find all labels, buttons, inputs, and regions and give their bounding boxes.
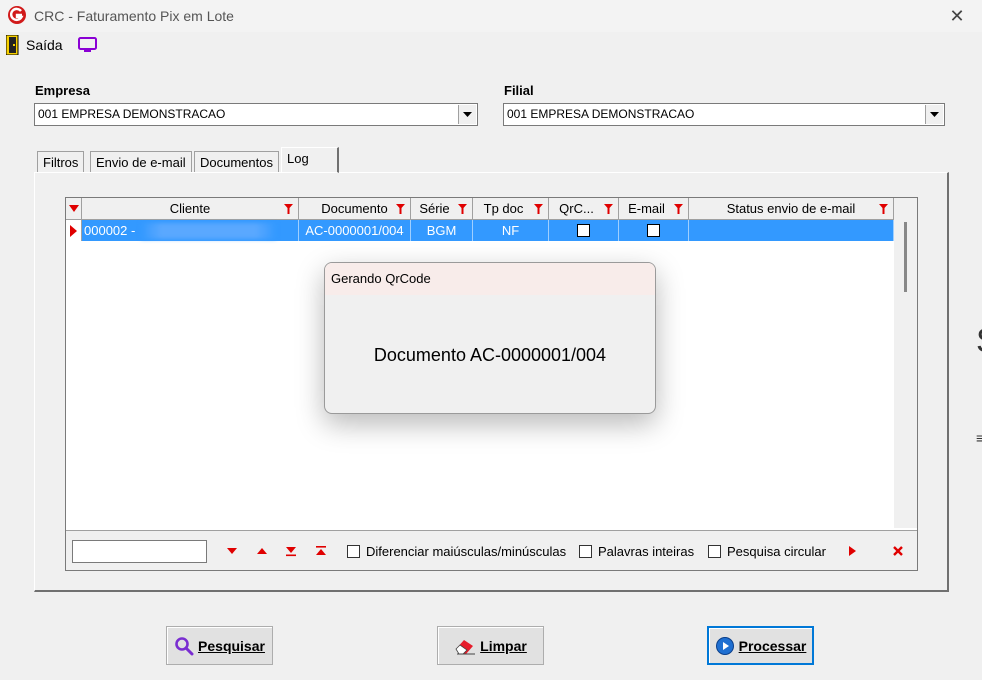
filter-icon[interactable]: [284, 204, 293, 214]
column-header-tp-doc[interactable]: Tp doc: [473, 198, 549, 220]
limpar-label: Limpar: [480, 637, 527, 654]
filter-icon[interactable]: [674, 204, 683, 214]
empresa-select[interactable]: 001 EMPRESA DEMONSTRACAO: [34, 103, 478, 126]
filter-icon[interactable]: [534, 204, 543, 214]
empresa-value: 001 EMPRESA DEMONSTRACAO: [38, 107, 226, 121]
grid-header: Cliente Documento Série Tp doc QrC... E-…: [66, 198, 894, 220]
toolbar: Saída: [0, 32, 982, 58]
find-last-icon[interactable]: [285, 545, 297, 557]
filter-icon[interactable]: [396, 204, 405, 214]
cell-qrcode[interactable]: [549, 220, 619, 241]
close-icon: ✕: [949, 5, 965, 26]
close-button[interactable]: ✕: [940, 2, 974, 30]
case-sensitive-checkbox[interactable]: Diferenciar maiúsculas/minúsculas: [347, 544, 566, 559]
filter-icon[interactable]: [879, 204, 888, 214]
cell-status-envio[interactable]: [689, 220, 894, 241]
column-label: Status envio de e-mail: [726, 201, 856, 216]
background-window-fragment: ≡: [976, 430, 982, 446]
column-label: Tp doc: [483, 201, 524, 216]
search-bar: Diferenciar maiúsculas/minúsculas Palavr…: [66, 530, 917, 570]
processar-button[interactable]: Processar: [707, 626, 814, 665]
pesquisar-label: Pesquisar: [198, 637, 265, 654]
current-row-arrow-icon: [70, 224, 77, 237]
find-first-icon[interactable]: [315, 545, 327, 557]
checkbox-box[interactable]: [347, 545, 360, 558]
column-header-documento[interactable]: Documento: [299, 198, 411, 220]
column-header-status-envio[interactable]: Status envio de e-mail: [689, 198, 894, 220]
exit-button[interactable]: Saída: [6, 35, 63, 55]
cell-cliente[interactable]: 000002 -: [82, 220, 299, 241]
column-header-serie[interactable]: Série: [411, 198, 473, 220]
cell-serie[interactable]: BGM: [411, 220, 473, 241]
limpar-button[interactable]: Limpar: [437, 626, 544, 665]
play-search-icon[interactable]: [846, 545, 858, 557]
monitor-button[interactable]: [77, 35, 99, 55]
row-indicator: [66, 220, 82, 241]
column-label: Documento: [321, 201, 388, 216]
circular-search-checkbox[interactable]: Pesquisa circular: [708, 544, 826, 559]
progress-dialog: Gerando QrCode Documento AC-0000001/004: [324, 262, 656, 414]
filter-icon[interactable]: [458, 204, 467, 214]
window-title: CRC - Faturamento Pix em Lote: [34, 8, 234, 24]
circular-search-label: Pesquisa circular: [727, 544, 826, 559]
dialog-message: Documento AC-0000001/004: [373, 345, 607, 365]
chevron-down-icon[interactable]: [458, 105, 476, 124]
tab-log[interactable]: Log: [281, 147, 339, 173]
cell-documento[interactable]: AC-0000001/004: [299, 220, 411, 241]
search-icon: [175, 636, 194, 655]
exit-label: Saída: [26, 37, 63, 53]
column-header-qrcode[interactable]: QrC...: [549, 198, 619, 220]
column-header-cliente[interactable]: Cliente: [82, 198, 299, 220]
filial-value: 001 EMPRESA DEMONSTRACAO: [507, 107, 695, 121]
row-indicator-header[interactable]: [66, 198, 82, 220]
dialog-title: Gerando QrCode: [325, 263, 655, 295]
checkbox-box[interactable]: [708, 545, 721, 558]
title-bar: CRC - Faturamento Pix em Lote ✕: [0, 0, 982, 32]
monitor-icon: [78, 37, 97, 52]
case-sensitive-label: Diferenciar maiúsculas/minúsculas: [366, 544, 567, 559]
tab-filtros[interactable]: Filtros: [37, 151, 85, 173]
scrollbar-thumb[interactable]: [904, 222, 907, 292]
empresa-label: Empresa: [35, 83, 90, 98]
exit-door-icon: [6, 35, 19, 55]
filter-icon: [68, 204, 79, 212]
filial-label: Filial: [504, 83, 534, 98]
column-header-email[interactable]: E-mail: [619, 198, 689, 220]
redacted-name: [141, 222, 277, 239]
tab-documentos[interactable]: Documentos: [194, 151, 279, 173]
filter-icon[interactable]: [604, 204, 613, 214]
processar-label: Processar: [738, 637, 807, 654]
vertical-scrollbar[interactable]: [894, 198, 917, 528]
search-input[interactable]: [72, 540, 207, 563]
pesquisar-button[interactable]: Pesquisar: [166, 626, 273, 665]
whole-words-checkbox[interactable]: Palavras inteiras: [579, 544, 694, 559]
cliente-value: 000002 -: [84, 223, 136, 238]
cell-email[interactable]: [619, 220, 689, 241]
chevron-down-icon[interactable]: [925, 105, 943, 124]
checkbox-box[interactable]: [579, 545, 592, 558]
find-next-icon[interactable]: [226, 545, 238, 557]
crc-logo-icon: [8, 6, 26, 24]
table-row[interactable]: 000002 - AC-0000001/004 BGM NF: [66, 220, 894, 241]
email-checkbox[interactable]: [647, 224, 660, 237]
background-window-fragment: S: [976, 322, 982, 361]
filial-select[interactable]: 001 EMPRESA DEMONSTRACAO: [503, 103, 945, 126]
eraser-icon: [455, 639, 476, 654]
tab-envio-email[interactable]: Envio de e-mail: [90, 151, 192, 173]
play-circle-icon: [715, 636, 734, 655]
column-label: QrC...: [559, 201, 594, 216]
qrcode-checkbox[interactable]: [577, 224, 590, 237]
column-label: E-mail: [628, 201, 665, 216]
column-label: Série: [419, 201, 450, 216]
column-label: Cliente: [169, 201, 211, 216]
close-search-icon[interactable]: [892, 545, 904, 557]
cell-tp-doc[interactable]: NF: [473, 220, 549, 241]
whole-words-label: Palavras inteiras: [598, 544, 695, 559]
find-previous-icon[interactable]: [256, 545, 268, 557]
